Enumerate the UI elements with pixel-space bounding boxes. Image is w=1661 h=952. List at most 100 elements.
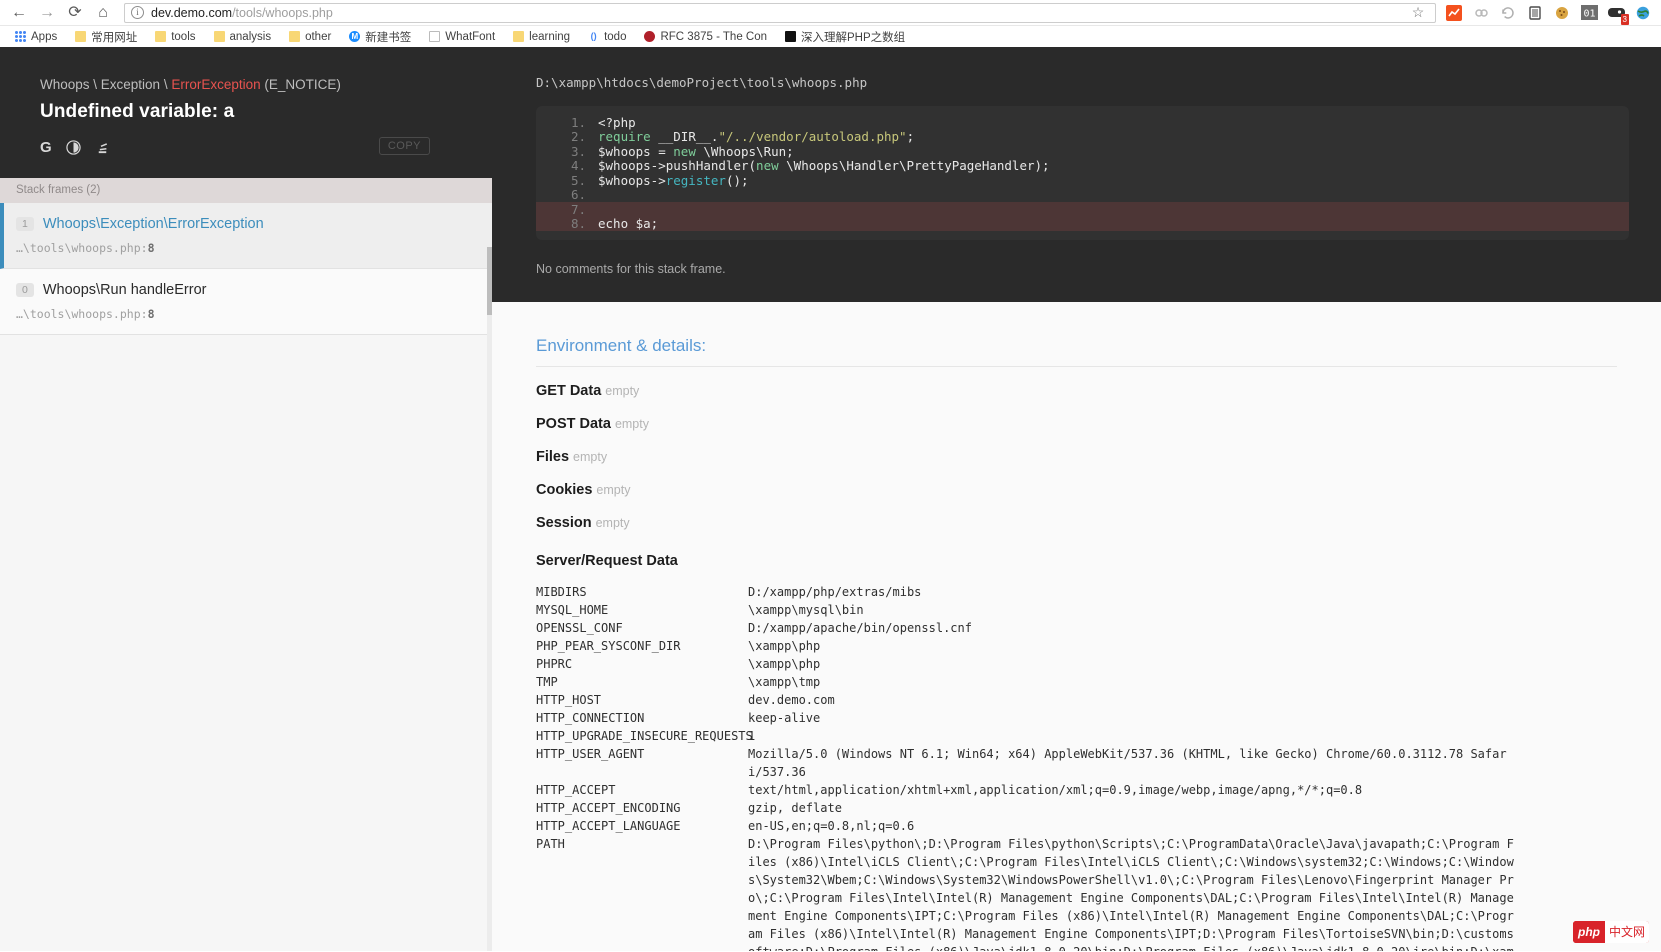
stack-frame-0[interactable]: 0 Whoops\Run handleError …\tools\whoops.… (0, 269, 492, 335)
env-section-files: Files empty (536, 449, 1617, 465)
cookie-extension-icon[interactable] (1550, 2, 1574, 24)
reader-extension-icon[interactable] (1523, 2, 1547, 24)
frame-index: 1 (16, 217, 34, 231)
bookmark-star-icon[interactable]: ☆ (1407, 4, 1429, 21)
env-section-state: empty (595, 516, 630, 530)
server-data-key: HTTP_USER_AGENT (536, 747, 645, 761)
frame-line-number: 8 (147, 241, 155, 255)
forward-button[interactable]: → (34, 2, 60, 24)
bookmark-whatfont[interactable]: WhatFont (420, 27, 504, 47)
env-section-state: empty (614, 417, 649, 431)
server-data-row: PHP_PEAR_SYSCONF_DIR \xampp\php (536, 637, 1617, 655)
stackoverflow-search-icon[interactable] (95, 140, 110, 155)
bookmark-other[interactable]: other (280, 27, 340, 47)
server-data-value: D:\Program Files\python\;D:\Program File… (748, 837, 1514, 951)
extensions-bar: 01 3 (1438, 2, 1655, 25)
page-root: ← → ⟳ ⌂ i dev.demo.com/tools/whoops.php … (0, 0, 1661, 951)
pocket-extension-icon[interactable]: 3 (1604, 2, 1629, 25)
stack-frame-1[interactable]: 1 Whoops\Exception\ErrorException …\tool… (0, 203, 492, 269)
left-scrollbar-thumb[interactable] (487, 247, 492, 315)
globe-extension-icon[interactable] (1631, 2, 1655, 24)
bookmark-xinjianshuqian[interactable]: M 新建书签 (340, 27, 420, 47)
server-data-value: D:/xampp/php/extras/mibs (748, 585, 922, 599)
code-line: 4. $whoops->pushHandler(new \Whoops\Handl… (536, 159, 1629, 174)
google-search-icon[interactable]: G (40, 139, 52, 156)
link-extension-icon[interactable] (1469, 2, 1493, 24)
site-info-icon[interactable]: i (131, 6, 144, 19)
stack-frame-title-row: 0 Whoops\Run handleError (16, 282, 476, 298)
code-line: 3. $whoops = new \Whoops\Run; (536, 144, 1629, 159)
history-extension-icon[interactable] (1496, 2, 1520, 24)
bookmark-learning[interactable]: learning (504, 27, 579, 47)
code-section: D:\xampp\htdocs\demoProject\tools\whoops… (492, 47, 1661, 302)
environment-section: Environment & details: GET Data empty POS… (492, 302, 1661, 951)
folder-icon (289, 31, 301, 42)
server-data-row: PHPRC \xampp\php (536, 655, 1617, 673)
bookmark-label: tools (171, 30, 196, 43)
code-line-number: 6. (570, 187, 586, 202)
env-section-label: Cookies (536, 482, 593, 498)
frame-path-prefix: …\tools\whoops.php: (16, 241, 148, 255)
server-data-row: PATH D:\Program Files\python\;D:\Program … (536, 835, 1617, 951)
env-section-label: GET Data (536, 383, 602, 399)
back-button[interactable]: ← (6, 2, 32, 24)
server-data-row: HTTP_HOST dev.demo.com (536, 691, 1617, 709)
environment-divider (536, 366, 1617, 367)
reload-button[interactable]: ⟳ (62, 2, 88, 24)
bookmark-changyongwangzhi[interactable]: 常用网址 (66, 27, 146, 47)
bookmark-php-array[interactable]: 深入理解PHP之数组 (776, 27, 914, 47)
url-host: dev.demo.com (151, 5, 233, 20)
server-data-row: MIBDIRS D:/xampp/php/extras/mibs (536, 583, 1617, 601)
server-data-value: 1 (748, 729, 756, 743)
code-line-content: echo $a; (598, 216, 659, 231)
server-data-key: MIBDIRS (536, 585, 587, 599)
server-data-value: \xampp\tmp (748, 675, 821, 689)
bookmark-label: other (305, 30, 332, 43)
counter-extension-icon[interactable]: 01 (1577, 2, 1601, 24)
analytics-extension-icon[interactable] (1442, 2, 1466, 24)
file-path: D:\xampp\htdocs\demoProject\tools\whoops… (536, 75, 868, 90)
bookmark-tools[interactable]: tools (146, 27, 204, 47)
code-line: 1. <?php (536, 115, 1629, 130)
duckduckgo-search-icon[interactable] (66, 140, 81, 155)
code-line: 6. (536, 188, 1629, 203)
bookmark-label: RFC 3875 - The Con (660, 30, 768, 43)
copy-button[interactable]: COPY (378, 137, 430, 155)
server-data-row: HTTP_CONNECTION keep-alive (536, 709, 1617, 727)
folder-icon (75, 31, 87, 42)
env-section-label: Server/Request Data (536, 553, 678, 569)
bookmark-label: WhatFont (445, 30, 496, 43)
exception-namespace: Whoops \ Exception \ (40, 77, 172, 92)
bookmark-todo[interactable]: () todo (579, 27, 635, 47)
server-data-key: PHP_PEAR_SYSCONF_DIR (536, 639, 681, 653)
env-section-state: empty (573, 450, 608, 464)
server-data-key: HTTP_UPGRADE_INSECURE_REQUESTS (536, 729, 753, 743)
left-scrollbar-track[interactable] (487, 247, 492, 951)
exception-header: Whoops \ Exception \ ErrorException (E_N… (0, 47, 492, 178)
exception-class: ErrorException (171, 77, 261, 92)
whoops-page: Whoops \ Exception \ ErrorException (E_N… (0, 47, 1661, 951)
home-button[interactable]: ⌂ (90, 2, 116, 24)
env-section-server: Server/Request Data (536, 553, 1617, 569)
bookmark-apps[interactable]: Apps (6, 27, 66, 47)
bookmark-rfc3875[interactable]: RFC 3875 - The Con (635, 27, 776, 47)
env-section-label: POST Data (536, 416, 611, 432)
code-block: 1. <?php 2. require __DIR__."/../vendor/aut… (536, 106, 1629, 240)
server-data-key: HTTP_CONNECTION (536, 711, 645, 725)
exception-type: Whoops \ Exception \ ErrorException (E_N… (40, 77, 452, 92)
server-data-value: keep-alive (748, 711, 821, 725)
server-data-value: \xampp\php (748, 657, 821, 671)
server-data-row: OPENSSL_CONF D:/xampp/apache/bin/openssl.… (536, 619, 1617, 637)
code-line-number: 4. (570, 158, 586, 173)
bookmark-analysis[interactable]: analysis (205, 27, 281, 47)
environment-title: Environment & details: (536, 336, 707, 355)
server-data-row: MYSQL_HOME \xampp\mysql\bin (536, 601, 1617, 619)
env-section-post: POST Data empty (536, 416, 1617, 432)
address-bar[interactable]: i dev.demo.com/tools/whoops.php ☆ (124, 2, 1436, 23)
server-data-key: PATH (536, 837, 565, 851)
server-data-row: TMP \xampp\tmp (536, 673, 1617, 691)
code-line: 5. $whoops->register(); (536, 173, 1629, 188)
exception-message: Undefined variable: a (40, 101, 235, 122)
server-data-row: HTTP_ACCEPT_LANGUAGE en-US,en;q=0.8,nl;q=… (536, 817, 1617, 835)
php-watermark: php 中文网 (1572, 921, 1649, 943)
